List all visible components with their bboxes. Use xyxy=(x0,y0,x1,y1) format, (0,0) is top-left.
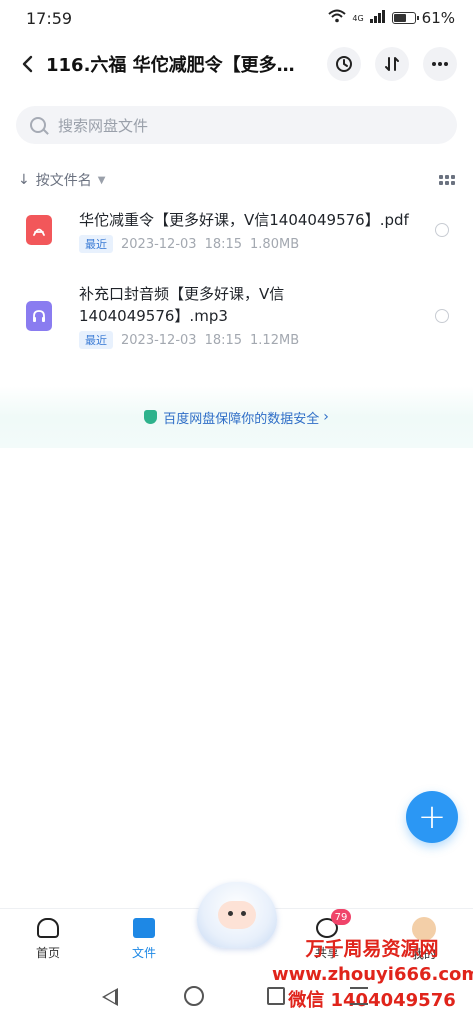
search-placeholder: 搜索网盘文件 xyxy=(58,116,149,135)
mascot-icon xyxy=(218,901,256,929)
nav-label: 文件 xyxy=(131,945,156,960)
chevron-right-icon: › xyxy=(323,409,329,425)
more-button[interactable] xyxy=(423,47,457,81)
system-home-icon[interactable] xyxy=(184,986,204,1006)
battery-level: 61% xyxy=(421,9,455,27)
folder-icon xyxy=(133,917,155,938)
network-type: 4G xyxy=(352,13,364,23)
list-item[interactable]: 华佗减重令【更多好课，V信1404049576】.pdf 最近 2023-12-… xyxy=(0,205,473,265)
recent-badge: 最近 xyxy=(79,331,113,349)
status-indicators: 4G 61% xyxy=(328,9,455,27)
list-item[interactable]: 补充口封音频【更多好课，V信1404049576】.mp3 最近 2023-12… xyxy=(0,283,473,353)
more-icon xyxy=(432,62,448,66)
file-meta: 最近 2023-12-03 18:15 1.80MB xyxy=(79,235,299,253)
headphones-icon xyxy=(26,301,52,331)
file-name: 补充口封音频【更多好课，V信1404049576】.mp3 xyxy=(79,285,285,325)
nav-label: 首页 xyxy=(35,945,60,960)
plus-icon: + xyxy=(417,797,447,837)
chevron-down-icon: ▼ xyxy=(97,174,106,186)
shield-icon xyxy=(144,410,158,424)
status-time: 17:59 xyxy=(26,8,73,28)
file-size: 1.80MB xyxy=(250,236,300,252)
header-actions xyxy=(327,47,457,81)
add-button[interactable]: + xyxy=(406,791,458,843)
file-name: 华佗减重令【更多好课，V信1404049576】.pdf xyxy=(79,211,409,229)
chevron-left-icon xyxy=(22,55,33,73)
file-date: 2023-12-03 xyxy=(121,236,197,252)
sort-row: ↓ 按文件名 ▼ xyxy=(18,168,455,192)
unread-badge: 79 xyxy=(331,909,351,925)
back-button[interactable] xyxy=(14,48,40,80)
sort-arrows-icon xyxy=(385,57,399,71)
system-nav-bar xyxy=(0,976,473,1024)
file-time: 18:15 xyxy=(204,332,243,348)
sort-button[interactable] xyxy=(375,47,409,81)
file-size: 1.12MB xyxy=(250,332,300,348)
search-icon xyxy=(30,117,46,133)
page-title: 116.六福 华佗减肥令【更多… xyxy=(46,55,295,76)
watermark-line: 万千周易资源网 xyxy=(305,938,439,960)
nav-item-files[interactable]: 文件 xyxy=(114,909,174,969)
search-input[interactable]: 搜索网盘文件 xyxy=(16,106,457,144)
status-bar: 17:59 4G 61% xyxy=(0,0,473,36)
system-recents-icon[interactable] xyxy=(267,987,285,1005)
select-checkbox[interactable] xyxy=(435,223,449,237)
nav-item-home[interactable]: 首页 xyxy=(18,909,78,969)
file-meta: 最近 2023-12-03 18:15 1.12MB xyxy=(79,331,299,349)
security-banner[interactable]: 百度网盘保障你的数据安全 › xyxy=(0,386,473,448)
recent-badge: 最近 xyxy=(79,235,113,253)
home-icon xyxy=(37,917,59,938)
sort-down-icon: ↓ xyxy=(18,172,30,188)
battery-icon xyxy=(391,12,419,24)
pdf-icon xyxy=(26,215,52,245)
header: 116.六福 华佗减肥令【更多… xyxy=(0,40,473,88)
mascot-button[interactable] xyxy=(197,882,277,948)
signal-icon xyxy=(369,9,386,27)
file-time: 18:15 xyxy=(204,236,243,252)
history-icon xyxy=(336,56,352,72)
history-button[interactable] xyxy=(327,47,361,81)
security-text: 百度网盘保障你的数据安全 xyxy=(163,411,320,427)
select-checkbox[interactable] xyxy=(435,309,449,323)
file-date: 2023-12-03 xyxy=(121,332,197,348)
system-menu-icon[interactable] xyxy=(350,987,368,1005)
grid-view-icon[interactable] xyxy=(439,175,455,185)
wifi-icon xyxy=(328,9,347,27)
system-back-icon[interactable] xyxy=(102,988,118,1006)
sort-dropdown[interactable]: 按文件名 xyxy=(36,170,92,190)
